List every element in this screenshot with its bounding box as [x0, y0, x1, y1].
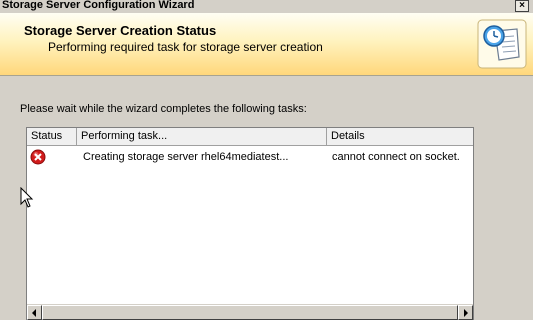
header-banner: Storage Server Creation Status Performin… — [0, 13, 533, 76]
scroll-left-button[interactable] — [27, 305, 42, 320]
instruction-text: Please wait while the wizard completes t… — [20, 103, 307, 115]
list-header: Status Performing task... Details — [27, 128, 473, 146]
scroll-right-button[interactable] — [458, 305, 473, 320]
task-list-view[interactable]: Status Performing task... Details Creati… — [26, 127, 474, 320]
window-title: Storage Server Configuration Wizard — [2, 0, 195, 11]
mouse-cursor-icon — [20, 187, 34, 208]
title-bar: Storage Server Configuration Wizard × — [0, 0, 533, 13]
column-header-details[interactable]: Details — [327, 128, 473, 145]
close-button[interactable]: × — [515, 0, 529, 12]
column-header-status[interactable]: Status — [27, 128, 77, 145]
wizard-clock-scroll-icon — [477, 19, 527, 69]
page-title: Storage Server Creation Status — [24, 23, 217, 38]
close-icon: × — [519, 0, 525, 11]
task-cell: Creating storage server rhel64mediatest.… — [83, 151, 289, 163]
table-row[interactable]: Creating storage server rhel64mediatest.… — [27, 147, 473, 167]
details-cell: cannot connect on socket. — [332, 151, 460, 163]
status-cell — [27, 149, 77, 165]
page-subtitle: Performing required task for storage ser… — [48, 40, 323, 54]
horizontal-scrollbar[interactable] — [27, 304, 473, 320]
scrollbar-thumb[interactable] — [42, 305, 458, 320]
column-header-performing-task[interactable]: Performing task... — [77, 128, 327, 145]
error-icon — [30, 149, 46, 165]
arrow-right-icon — [464, 309, 468, 317]
arrow-left-icon — [32, 309, 36, 317]
